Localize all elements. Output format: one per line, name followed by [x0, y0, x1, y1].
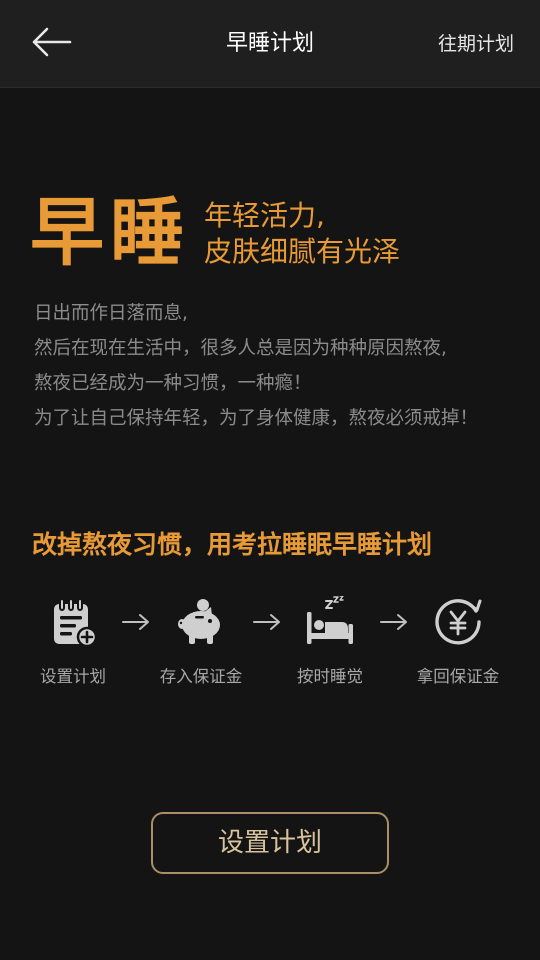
intro-line: 熬夜已经成为一种习惯，一种瘾！: [34, 373, 312, 394]
history-plans-link[interactable]: 往期计划: [438, 30, 514, 58]
intro-line: 为了让自己保持年轻，为了身体健康，熬夜必须戒掉！: [34, 408, 479, 429]
hero-tagline-line2: 皮肤细腻有光泽: [204, 235, 401, 268]
set-plan-button[interactable]: 设置计划: [151, 812, 389, 874]
intro-line: 日出而作日落而息,: [34, 303, 188, 324]
plan-notepad-icon: [54, 598, 98, 648]
step-refund: 拿回保证金: [403, 596, 513, 688]
sleeping-bed-icon: [307, 596, 353, 644]
early-sleep-screen: 早睡计划 往期计划 早睡 年轻活力, 皮肤细腻有光泽 日出而作日落而息, 然后在…: [0, 0, 540, 960]
intro-paragraph: 日出而作日落而息, 然后在现在生活中，很多人总是因为种种原因熬夜, 熬夜已经成为…: [34, 296, 534, 436]
yuan-refund-icon: [435, 599, 482, 645]
hero-tagline: 年轻活力, 皮肤细腻有光泽: [204, 198, 400, 270]
step-label: 设置计划: [40, 667, 106, 686]
intro-line: 然后在现在生活中，很多人总是因为种种原因熬夜,: [34, 338, 447, 359]
step-deposit: 存入保证金: [146, 596, 256, 688]
process-steps: 设置计划 存入保证金 按时睡觉 拿回保证金: [0, 596, 540, 696]
step-set-plan: 设置计划: [18, 596, 128, 688]
hero-tagline-line1: 年轻活力,: [204, 199, 325, 232]
slogan: 改掉熬夜习惯，用考拉睡眠早睡计划: [32, 530, 433, 559]
step-label: 按时睡觉: [297, 667, 363, 686]
step-label: 存入保证金: [159, 667, 243, 686]
top-bar: 早睡计划 往期计划: [0, 0, 540, 88]
step-label: 拿回保证金: [416, 667, 500, 686]
piggy-bank-icon: [178, 599, 220, 644]
hero-headline: 早睡: [30, 190, 190, 276]
step-sleep-on-time: 按时睡觉: [275, 596, 385, 688]
